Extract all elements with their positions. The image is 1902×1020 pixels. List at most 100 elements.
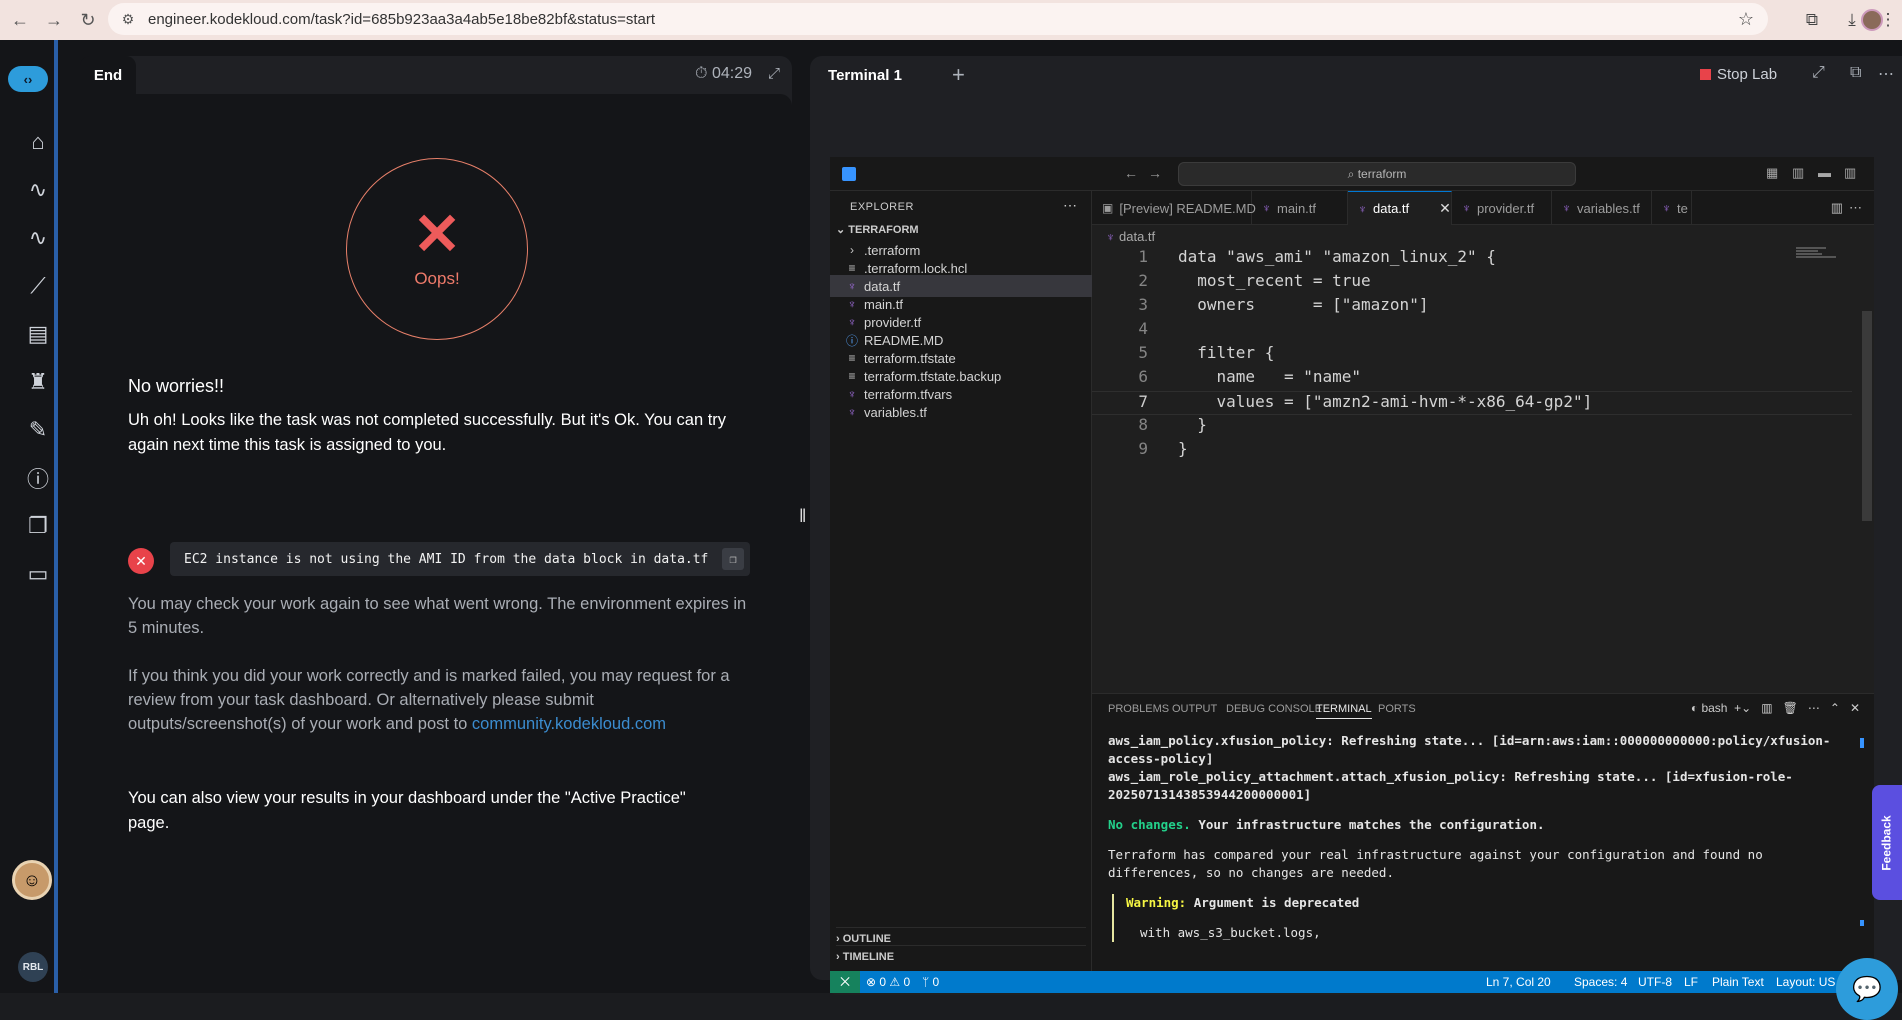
more-options-icon[interactable]: ⋯ [1878, 64, 1894, 84]
tab-problems[interactable]: PROBLEMS [1108, 703, 1169, 715]
close-panel-icon[interactable]: ✕ [1847, 701, 1860, 715]
tab-data-tf[interactable]: ♆ data.tf ✕ [1348, 191, 1452, 225]
stop-lab-button[interactable]: Stop Lab [1700, 66, 1777, 83]
timeline-section[interactable]: › TIMELINE [836, 945, 1086, 963]
kodekloud-logo[interactable]: ‹› [8, 66, 48, 92]
learning-path-icon[interactable]: ∿ [24, 176, 52, 204]
editor-more-icon[interactable]: ⋯ [1849, 200, 1868, 215]
extensions-icon[interactable]: ⧉ [1798, 6, 1826, 34]
language-mode[interactable]: Plain Text [1712, 975, 1764, 989]
file-name: terraform.tfvars [864, 386, 953, 402]
command-search[interactable]: ⌕ terraform [1178, 162, 1576, 186]
expand-icon[interactable]: ⤢ [768, 65, 780, 82]
bottom-panel: PROBLEMS OUTPUT DEBUG CONSOLE TERMINAL P… [1092, 693, 1874, 971]
feedback-tab[interactable]: Feedback [1872, 785, 1902, 900]
chat-icon[interactable]: ▭ [24, 560, 52, 588]
vscode-menu-icon[interactable] [842, 167, 856, 181]
terminal-output[interactable]: aws_iam_policy.xfusion_policy: Refreshin… [1108, 732, 1848, 942]
scrollbar-thumb[interactable] [1862, 311, 1872, 521]
toggle-secondary-sidebar-icon[interactable]: ▥ [1844, 165, 1856, 181]
reload-icon[interactable]: ↻ [74, 6, 102, 34]
terminal-1-tab[interactable]: Terminal 1 [810, 56, 920, 94]
end-tab[interactable]: End [80, 56, 136, 94]
code-line: 1 data "aws_ami" "amazon_linux_2" { [1092, 247, 1852, 271]
file-item[interactable]: ♆ variables.tf [830, 401, 1092, 423]
close-tab-icon[interactable]: ✕ [1439, 200, 1451, 217]
book-icon[interactable]: ❐ [24, 512, 52, 540]
tab-debug-console[interactable]: DEBUG CONSOLE [1226, 703, 1322, 715]
left-nav: ‹› ⌂ ∿ ∿ ⟋ ▤ ♜ ✎ ⓘ ❐ ▭ ☺ RBL [0, 40, 58, 993]
leaderboard-icon[interactable]: ♜ [24, 368, 52, 396]
editor-scrollbar[interactable] [1860, 229, 1872, 677]
progress-chart-icon[interactable]: ⟋ [24, 272, 52, 300]
clapperboard-icon[interactable]: ▤ [24, 320, 52, 348]
outline-section[interactable]: › OUTLINE [836, 927, 1086, 945]
back-icon[interactable]: ← [6, 6, 34, 34]
community-link[interactable]: community.kodekloud.com [472, 715, 666, 733]
keyboard-layout[interactable]: Layout: US [1776, 975, 1835, 989]
copy-icon[interactable]: ❐ [722, 548, 744, 570]
address-bar[interactable]: ⚙ engineer.kodekloud.com/task?id=685b923… [108, 3, 1768, 35]
new-terminal-icon[interactable]: +⌄ [1731, 701, 1755, 715]
forward-icon[interactable]: → [40, 6, 68, 34]
root-folder[interactable]: ⌄ TERRAFORM [836, 223, 919, 236]
problems-status[interactable]: ⊗ 0 ⚠ 0 [866, 975, 910, 989]
fullscreen-icon[interactable]: ⤢ [1812, 64, 1825, 82]
url-text[interactable]: engineer.kodekloud.com/task?id=685b923aa… [148, 11, 655, 28]
encoding[interactable]: UTF-8 [1638, 975, 1672, 989]
site-settings-icon[interactable]: ⚙ [114, 11, 142, 28]
layout-icon[interactable]: ▦ [1766, 165, 1778, 181]
toggle-sidebar-icon[interactable]: ▥ [1792, 165, 1804, 181]
explorer-more-icon[interactable]: ⋯ [1063, 197, 1077, 214]
remote-icon[interactable]: ⨉ [830, 971, 860, 993]
end-of-line[interactable]: LF [1684, 975, 1698, 989]
recheck-text: You may check your work again to see wha… [128, 595, 747, 637]
add-terminal-icon[interactable]: + [952, 62, 965, 88]
nav-arrows-icon[interactable]: ←→ [1124, 165, 1172, 181]
indentation[interactable]: Spaces: 4 [1574, 975, 1627, 989]
tab-variables-tf[interactable]: ♆ variables.tf [1552, 191, 1652, 225]
info-icon[interactable]: ⓘ [24, 464, 52, 492]
code-line: 9} [1092, 439, 1852, 463]
tab-readme-preview[interactable]: ▣ [Preview] README.MD [1092, 191, 1256, 225]
chat-support-icon[interactable]: 💬 [1836, 958, 1898, 1020]
tab-ports[interactable]: PORTS [1378, 703, 1416, 715]
tab-overflow[interactable]: ♆ te [1652, 191, 1692, 225]
file-doc-icon: ≡ [848, 351, 856, 365]
tab-output[interactable]: OUTPUT [1172, 703, 1217, 715]
notes-icon[interactable]: ✎ [24, 416, 52, 444]
bookmark-star-icon[interactable]: ☆ [1738, 9, 1754, 30]
vscode-titlebar: ←→ ⌕ terraform ▦ ▥ ▬ ▥ [830, 157, 1874, 191]
user-avatar[interactable]: ☺ [12, 860, 52, 900]
tab-terminal[interactable]: TERMINAL [1316, 703, 1372, 719]
browser-menu-icon[interactable]: ⋮ [1874, 6, 1902, 34]
maximize-panel-icon[interactable]: ⌃ [1827, 701, 1844, 715]
trash-icon[interactable]: 🗑 [1779, 701, 1801, 715]
terminal-scrollbar[interactable] [1860, 734, 1866, 934]
breadcrumb[interactable]: ♆ data.tf [1106, 229, 1155, 244]
search-text: terraform [1357, 167, 1407, 181]
split-terminal-icon[interactable]: ▥ [1758, 701, 1776, 715]
panel-more-icon[interactable]: ⋯ [1805, 701, 1824, 715]
tab-main-tf[interactable]: ♆ main.tf [1252, 191, 1348, 225]
toggle-panel-icon[interactable]: ▬ [1818, 165, 1831, 180]
open-external-icon[interactable]: ⧉ [1850, 64, 1861, 82]
code-line: 3 owners = ["amazon"] [1092, 295, 1852, 319]
cursor-position[interactable]: Ln 7, Col 20 [1486, 975, 1551, 989]
terraform-icon: ♆ [1562, 201, 1571, 215]
tasks-path-icon[interactable]: ∿ [24, 224, 52, 252]
tab-provider-tf[interactable]: ♆ provider.tf [1452, 191, 1552, 225]
line-number: 5 [1138, 343, 1148, 362]
split-editor-icon[interactable]: ▥ [1831, 200, 1849, 215]
code-line: 5 filter { [1092, 343, 1852, 367]
panel-resize-handle[interactable]: ‖ [799, 506, 806, 527]
panel-tabs: PROBLEMS OUTPUT DEBUG CONSOLE TERMINAL P… [1092, 694, 1874, 724]
minimap[interactable] [1796, 247, 1840, 261]
ports-status[interactable]: ᛘ 0 [922, 975, 939, 989]
terraform-icon: ♆ [1462, 201, 1471, 215]
file-name: terraform.tfstate.backup [864, 368, 1002, 384]
code-editor[interactable]: 1 data "aws_ami" "amazon_linux_2" { 2 mos… [1092, 247, 1852, 687]
home-icon[interactable]: ⌂ [24, 128, 52, 156]
shell-name[interactable]: bash [1701, 701, 1727, 715]
user-initials-badge[interactable]: RBL [18, 952, 48, 982]
